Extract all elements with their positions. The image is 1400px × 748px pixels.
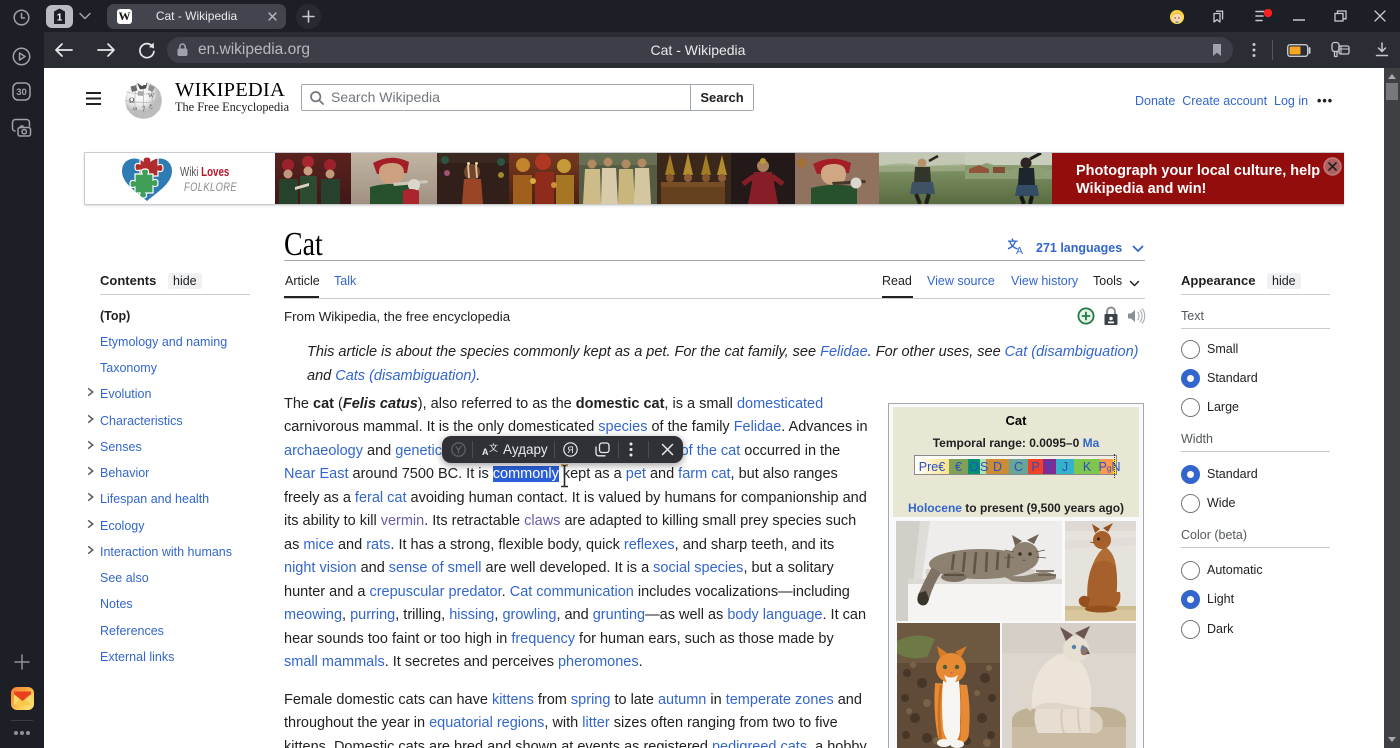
svg-text:文: 文 [489,442,498,453]
svg-text:Я: Я [567,445,574,455]
svg-text:Ω: Ω [129,96,135,105]
svg-text:A: A [1016,245,1023,254]
svg-text:7: 7 [142,106,146,114]
svg-text:1: 1 [57,13,63,24]
svg-text:ع: ع [149,103,153,109]
svg-text:W: W [148,93,155,100]
svg-text:A: A [482,447,489,457]
svg-text:ω: ω [133,105,138,112]
svg-text:30: 30 [16,87,27,98]
